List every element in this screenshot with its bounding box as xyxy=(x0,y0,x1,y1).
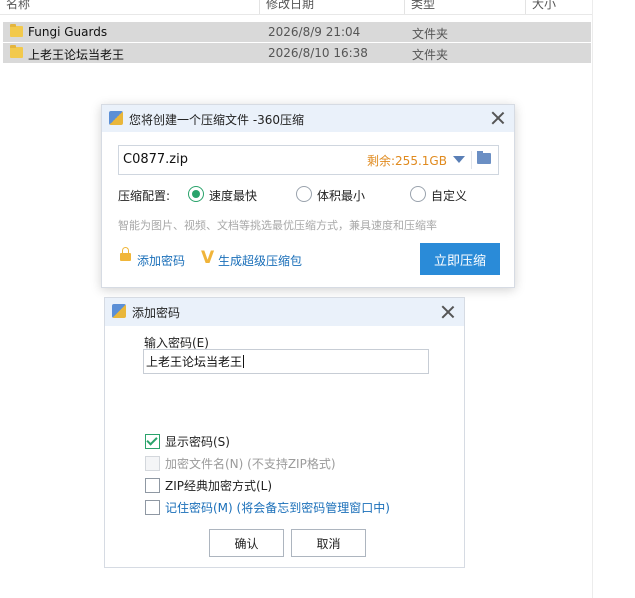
confirm-button[interactable]: 确认 xyxy=(209,529,284,557)
vip-v-icon: V xyxy=(201,248,215,268)
file-type: 文件夹 xyxy=(412,27,449,41)
file-date: 2026/8/10 16:38 xyxy=(268,46,368,60)
free-space-label: 剩余:255.1GB xyxy=(367,154,447,168)
file-row[interactable]: 上老王论坛当老王 2026/8/10 16:38 文件夹 xyxy=(3,43,591,64)
remember-password-label[interactable]: 记住密码(M) (将会备忘到密码管理窗口中) xyxy=(165,499,390,516)
lock-icon xyxy=(120,247,131,261)
dialog-title: 您将创建一个压缩文件 -360压缩 xyxy=(129,113,305,127)
column-type[interactable]: 类型 xyxy=(411,0,435,12)
add-password-dialog: 添加密码 输入密码(E) 上老王论坛当老王 显示密码(S) 加密文件名(N) (… xyxy=(104,297,465,568)
compress-hint: 智能为图片、视频、文档等挑选最优压缩方式，兼具速度和压缩率 xyxy=(118,219,437,232)
compress-dialog: 您将创建一个压缩文件 -360压缩 C0877.zip 剩余:255.1GB 压… xyxy=(101,104,515,288)
cancel-button[interactable]: 取消 xyxy=(291,529,366,557)
column-separator[interactable] xyxy=(525,0,526,14)
zip-classic-encryption-label[interactable]: ZIP经典加密方式(L) xyxy=(165,477,272,494)
pane-divider xyxy=(592,0,593,598)
text-caret xyxy=(243,355,245,368)
column-separator[interactable] xyxy=(259,0,260,14)
dialog-titlebar[interactable]: 添加密码 xyxy=(105,298,464,326)
file-row[interactable]: Fungi Guards 2026/8/9 21:04 文件夹 xyxy=(3,22,591,43)
zip-classic-encryption-checkbox[interactable] xyxy=(145,478,160,493)
dialog-title: 添加密码 xyxy=(132,306,181,320)
dialog-titlebar[interactable]: 您将创建一个压缩文件 -360压缩 xyxy=(102,105,514,132)
radio-smallest-label[interactable]: 体积最小 xyxy=(317,187,365,204)
radio-fastest-label[interactable]: 速度最快 xyxy=(209,187,257,204)
compress-now-button[interactable]: 立即压缩 xyxy=(420,243,500,275)
file-type: 文件夹 xyxy=(412,48,449,62)
folder-icon xyxy=(10,45,23,58)
encrypt-filename-checkbox xyxy=(145,456,160,471)
column-name[interactable]: 名称 xyxy=(6,0,30,12)
super-package-link[interactable]: 生成超级压缩包 xyxy=(218,252,302,269)
close-icon[interactable] xyxy=(490,110,506,126)
column-separator[interactable] xyxy=(404,0,405,14)
divider xyxy=(471,151,472,169)
file-date: 2026/8/9 21:04 xyxy=(268,25,361,39)
radio-custom-label[interactable]: 自定义 xyxy=(431,187,467,204)
column-header-bar: 名称 修改日期 类型 大小 xyxy=(0,0,592,15)
archive-filename[interactable]: C0877.zip xyxy=(123,152,188,167)
column-size[interactable]: 大小 xyxy=(532,0,556,12)
folder-icon xyxy=(10,24,23,37)
file-name: 上老王论坛当老王 xyxy=(28,48,125,62)
password-value: 上老王论坛当老王 xyxy=(146,355,243,369)
app-logo-icon xyxy=(112,304,126,318)
browse-folder-icon[interactable] xyxy=(477,151,491,164)
remember-password-checkbox[interactable] xyxy=(145,500,160,515)
encrypt-filename-label: 加密文件名(N) (不支持ZIP格式) xyxy=(165,457,336,471)
file-name: Fungi Guards xyxy=(28,25,108,39)
add-password-link[interactable]: 添加密码 xyxy=(137,252,185,269)
app-logo-icon xyxy=(109,111,123,125)
radio-custom[interactable] xyxy=(410,186,426,202)
radio-smallest[interactable] xyxy=(296,186,312,202)
output-path-field[interactable]: C0877.zip 剩余:255.1GB xyxy=(118,145,499,175)
password-input[interactable]: 上老王论坛当老王 xyxy=(143,349,429,374)
show-password-label[interactable]: 显示密码(S) xyxy=(165,433,230,450)
show-password-checkbox[interactable] xyxy=(145,434,160,449)
radio-fastest[interactable] xyxy=(188,186,204,202)
chevron-down-icon[interactable] xyxy=(453,156,465,163)
column-modified[interactable]: 修改日期 xyxy=(266,0,314,12)
close-icon[interactable] xyxy=(440,304,456,320)
compress-config-label: 压缩配置: xyxy=(118,189,171,203)
